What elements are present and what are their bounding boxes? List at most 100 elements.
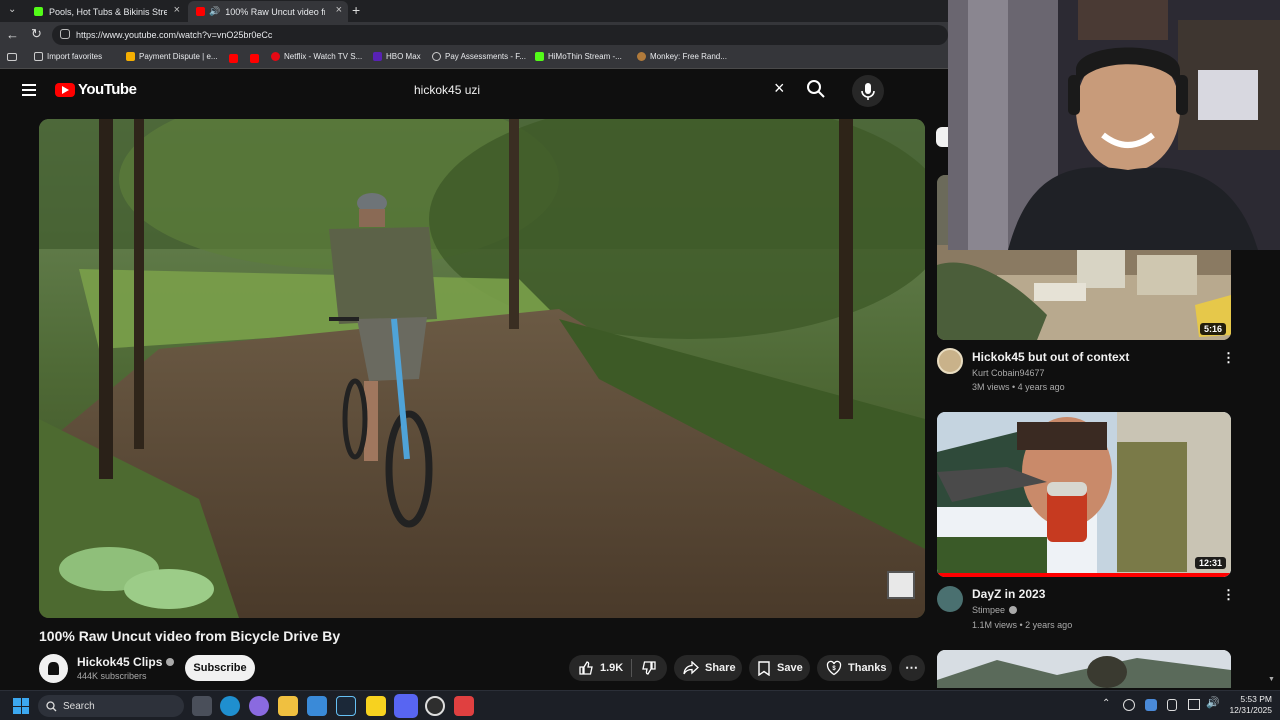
bookmark-label: Payment Dispute | e... [139, 52, 218, 61]
tab-list-chevron-icon[interactable]: ⌄ [8, 4, 16, 15]
channel-avatar[interactable] [937, 586, 963, 612]
more-actions-button[interactable]: ⋯ [899, 655, 925, 681]
microsoft-store-icon[interactable] [307, 696, 327, 716]
tray-app-icon[interactable] [1167, 699, 1177, 711]
kick-favicon-icon [535, 52, 544, 61]
youtube-logo[interactable]: YouTube [55, 81, 137, 98]
channel-avatar[interactable] [937, 348, 963, 374]
subscribe-button[interactable]: Subscribe [185, 655, 255, 681]
taskbar-search-box[interactable]: Search [38, 695, 184, 717]
sticky-notes-icon[interactable] [366, 696, 386, 716]
save-button[interactable]: Save [749, 655, 810, 681]
volume-icon[interactable]: 🔊 [1206, 696, 1220, 709]
show-hidden-icons-icon[interactable]: ⌃ [1102, 698, 1110, 709]
bookmark-hbo-max[interactable]: HBO Max [373, 52, 421, 61]
site-info-icon[interactable] [60, 29, 70, 39]
system-clock[interactable]: 5:53 PM 12/31/2025 [1222, 694, 1272, 716]
bookmark-label: HBO Max [386, 52, 421, 61]
hbo-max-favicon-icon [373, 52, 382, 61]
youtube-bookmark-icon[interactable] [229, 54, 238, 63]
thumbnail-image [937, 650, 1231, 688]
youtube-bookmark-icon[interactable] [250, 54, 259, 63]
network-icon[interactable] [1188, 699, 1200, 710]
task-view-icon[interactable] [192, 696, 212, 716]
clock-date: 12/31/2025 [1229, 705, 1272, 715]
channel-name[interactable]: Hickok45 Clips [77, 655, 175, 669]
tab-pools-stream[interactable]: Pools, Hot Tubs & Bikinis Stream × [26, 1, 186, 22]
close-tab-icon[interactable]: × [174, 4, 180, 16]
browser-tab-bar: ⌄ Pools, Hot Tubs & Bikinis Stream × 🔊 1… [0, 0, 948, 22]
bookmark-netflix[interactable]: Netflix - Watch TV S... [271, 52, 362, 61]
monkey-favicon-icon [637, 52, 646, 61]
bookmark-monkey[interactable]: Monkey: Free Rand... [637, 52, 727, 61]
webcam-image [948, 0, 1280, 250]
search-input[interactable]: hickok45 uzi × [402, 75, 842, 105]
url-field[interactable]: https://www.youtube.com/watch?v=vnO25br0… [52, 25, 948, 45]
discord-icon[interactable] [394, 694, 418, 718]
youtube-play-logo-icon [55, 82, 75, 97]
back-arrow-icon[interactable]: ← [6, 27, 19, 42]
like-button[interactable]: 1.9K [569, 655, 631, 681]
sidebar-chip-edge[interactable] [936, 127, 948, 147]
video-title: 100% Raw Uncut video from Bicycle Drive … [39, 628, 341, 644]
copilot-icon[interactable] [249, 696, 269, 716]
recommendation-channel[interactable]: Kurt Cobain94677 [972, 368, 1045, 378]
bookmarks-bar: Import favorites Payment Dispute | e... … [0, 48, 948, 69]
share-button[interactable]: Share [674, 655, 742, 681]
address-bar-row: ← ↻ https://www.youtube.com/watch?v=vnO2… [0, 22, 948, 48]
close-tab-icon[interactable]: × [336, 4, 342, 16]
clock-time: 5:53 PM [1240, 694, 1272, 704]
windows-start-icon[interactable] [13, 698, 29, 714]
bookmark-payment-dispute[interactable]: Payment Dispute | e... [126, 52, 218, 61]
channel-avatar[interactable] [39, 654, 68, 683]
more-vertical-icon[interactable]: ⋮ [1222, 350, 1235, 366]
recommendation-title[interactable]: DayZ in 2023 [972, 587, 1045, 601]
capture-app-icon[interactable] [454, 696, 474, 716]
subscribe-label: Subscribe [193, 662, 247, 674]
thanks-button[interactable]: $ Thanks [817, 655, 892, 681]
dislike-button[interactable] [632, 655, 666, 681]
thumbs-down-icon [642, 661, 656, 675]
clear-search-icon[interactable]: × [774, 78, 785, 99]
audio-playing-icon[interactable]: 🔊 [209, 6, 220, 17]
voice-search-button[interactable] [852, 75, 884, 107]
channel-watermark-icon[interactable] [887, 571, 915, 599]
import-icon [34, 52, 43, 61]
thumbnail-image [937, 412, 1231, 577]
recommendation-thumbnail[interactable]: 12:31 [937, 412, 1231, 577]
tab-title: 100% Raw Uncut video from [225, 6, 325, 17]
recommendation-meta: 1.1M views • 2 years ago [972, 620, 1073, 630]
bookmark-import-favorites[interactable]: Import favorites [34, 52, 102, 61]
verified-icon [166, 658, 175, 666]
video-player[interactable] [39, 119, 925, 618]
more-vertical-icon[interactable]: ⋮ [1222, 587, 1235, 603]
tray-app-icon[interactable] [1123, 699, 1135, 711]
recommendation-title[interactable]: Hickok45 but out of context [972, 350, 1129, 364]
super-thanks-icon: $ [826, 660, 842, 676]
recommendation-channel-row[interactable]: Stimpee [972, 605, 1018, 615]
edge-browser-icon[interactable] [220, 696, 240, 716]
share-arrow-icon [683, 661, 699, 675]
steam-icon[interactable] [336, 696, 356, 716]
tray-app-icon[interactable] [1145, 699, 1157, 711]
bookmark-icon [758, 660, 770, 676]
new-tab-icon[interactable]: + [352, 2, 360, 18]
obs-icon[interactable] [425, 696, 445, 716]
bookmark-himothin[interactable]: HiMoThin Stream -... [535, 52, 622, 61]
hamburger-menu-icon[interactable] [22, 84, 36, 96]
like-dislike-group: 1.9K [569, 655, 667, 681]
sidebar-scrollbar[interactable]: ▼ [1268, 676, 1276, 684]
bookmark-pay-assessments[interactable]: Pay Assessments - F... [432, 52, 526, 61]
file-explorer-icon[interactable] [278, 696, 298, 716]
reload-icon[interactable]: ↻ [31, 26, 42, 42]
taskbar-search-label: Search [63, 700, 95, 712]
tab-youtube-video[interactable]: 🔊 100% Raw Uncut video from × [188, 1, 348, 22]
subscriber-count: 444K subscribers [77, 671, 147, 681]
thanks-label: Thanks [848, 662, 887, 674]
like-count: 1.9K [600, 662, 624, 674]
channel-name-text: Hickok45 Clips [77, 655, 163, 669]
svg-text:$: $ [832, 666, 836, 672]
recommendation-thumbnail[interactable] [937, 650, 1231, 688]
search-button[interactable] [806, 79, 830, 103]
reading-list-icon[interactable] [7, 53, 17, 61]
